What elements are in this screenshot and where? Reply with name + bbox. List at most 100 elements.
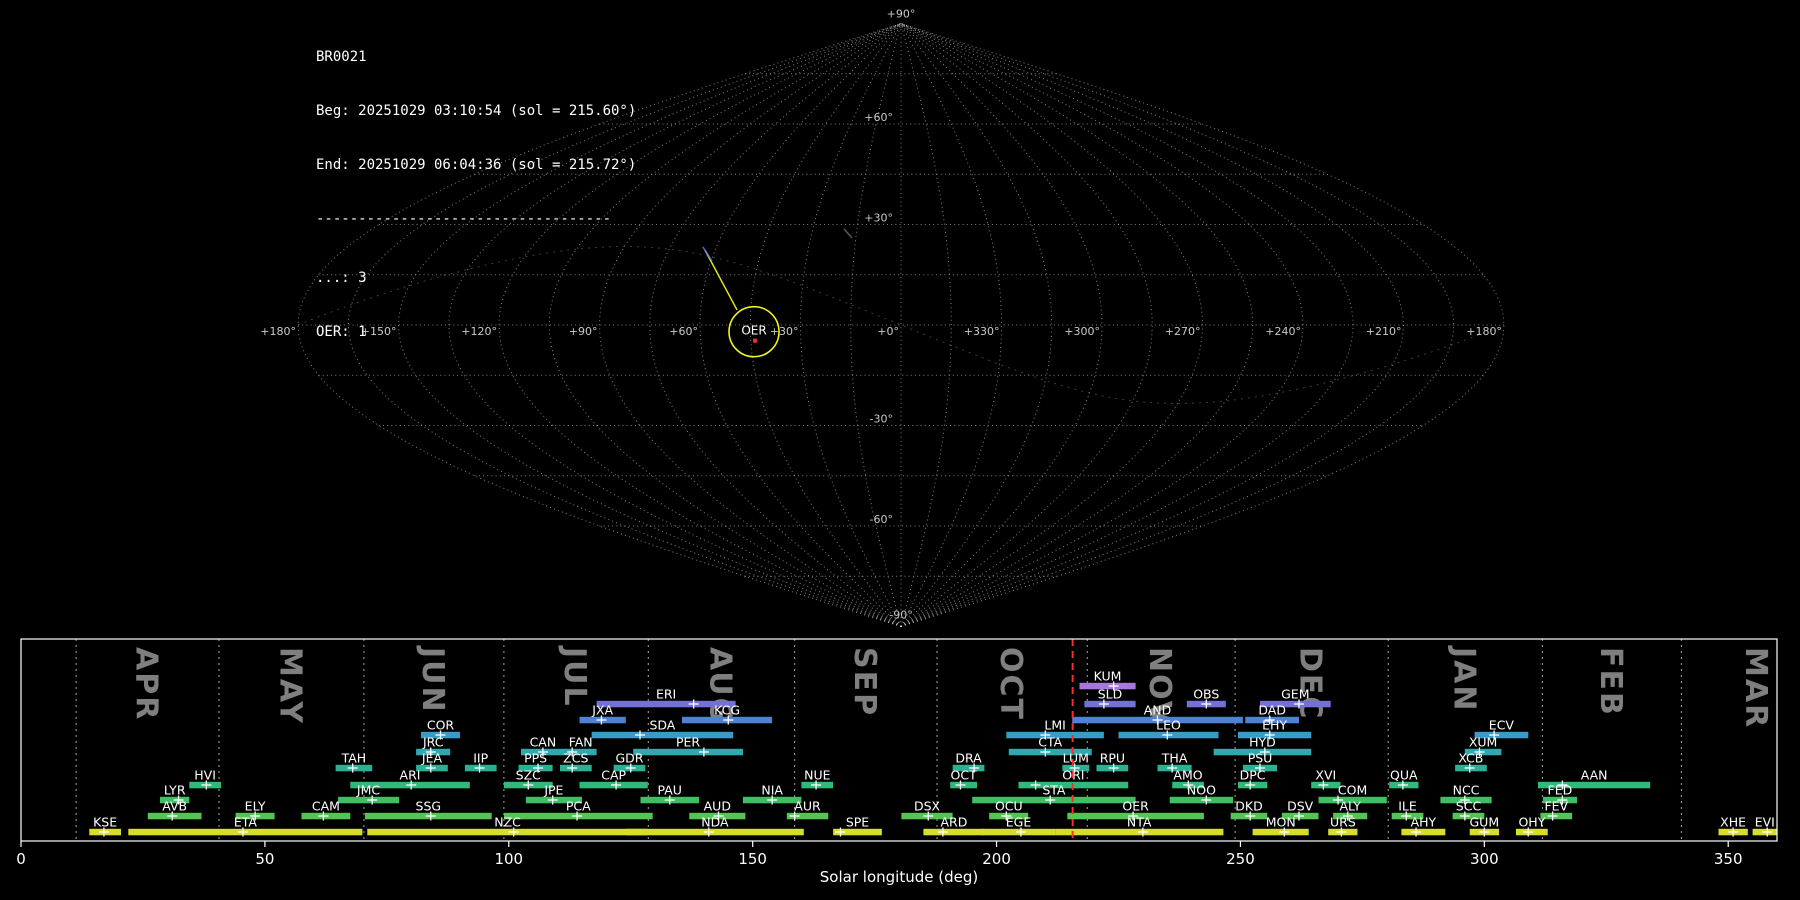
lon-label: +180° <box>1466 325 1502 338</box>
lon-label: +30° <box>770 325 799 338</box>
shower-label-ege: EGE <box>1006 815 1032 830</box>
shower-label-ely: ELY <box>245 799 266 814</box>
x-tick-label: 200 <box>982 850 1011 868</box>
shower-label-aur: AUR <box>794 799 821 814</box>
shower-label-oer: OER <box>1122 799 1149 814</box>
shower-label-per: PER <box>676 735 700 750</box>
shower-label-jxa: JXA <box>591 703 613 718</box>
shower-label-kum: KUM <box>1094 669 1122 684</box>
shower-label-dpc: DPC <box>1240 768 1266 783</box>
lat-label: -90° <box>889 609 912 622</box>
plot-canvas: +90°+60°+30°-30°-60°-90°+180° +150° +120° +… <box>16 8 1778 886</box>
shower-label-xvi: XVI <box>1315 768 1336 783</box>
lon-label: +330° <box>964 325 1000 338</box>
x-tick-label: 50 <box>255 850 274 868</box>
month-label-sep: SEP <box>847 647 882 717</box>
shower-bar-per <box>633 748 743 756</box>
shower-label-dra: DRA <box>955 751 982 766</box>
month-label-jan: JAN <box>1446 645 1481 713</box>
lat-label: -30° <box>870 413 893 426</box>
month-label-may: MAY <box>273 647 308 725</box>
x-tick-label: 250 <box>1226 850 1255 868</box>
shower-label-szc: SZC <box>516 768 541 783</box>
shower-count: OER: 1 <box>316 324 367 340</box>
x-tick-label: 100 <box>494 850 523 868</box>
shower-label-ssg: SSG <box>416 799 442 814</box>
x-axis-title: Solar longitude (deg) <box>820 868 978 886</box>
shower-label-mon: MON <box>1266 815 1296 830</box>
shower-label-eta: ETA <box>234 815 258 830</box>
shower-label-ohy: OHY <box>1518 815 1545 830</box>
shower-bar-sda <box>591 731 734 739</box>
shower-label-pau: PAU <box>657 783 681 798</box>
x-tick-label: 350 <box>1714 850 1743 868</box>
shower-label-fan: FAN <box>569 735 593 750</box>
shower-label-lyr: LYR <box>164 783 186 798</box>
lon-label: +300° <box>1064 325 1100 338</box>
shower-label-gdr: GDR <box>616 751 644 766</box>
x-tick-label: 0 <box>16 850 26 868</box>
shower-label-noo: NOO <box>1187 783 1216 798</box>
month-label-jun: JUN <box>415 645 450 714</box>
shower-label-obs: OBS <box>1193 687 1219 702</box>
shower-label-com: COM <box>1338 783 1367 798</box>
activity-timeline: APR MAY JUN JUL AUG SEP OCT NOV DEC JAN FEB MARKUME… <box>16 638 1778 886</box>
month-label-apr: APR <box>129 647 164 721</box>
shower-label-cam: CAM <box>312 799 340 814</box>
shower-label-xum: XUM <box>1469 735 1498 750</box>
meridian-line <box>900 23 1153 627</box>
begin-time: Beg: 20251029 03:10:54 (sol = 215.60°) <box>316 103 637 119</box>
shower-label-avb: AVB <box>162 799 187 814</box>
shower-label-aly: ALY <box>1339 799 1361 814</box>
shower-label-ard: ARD <box>940 815 967 830</box>
shower-bar-nzc <box>367 828 648 836</box>
shower-label-nzc: NZC <box>494 815 521 830</box>
x-tick-label: 150 <box>738 850 767 868</box>
shower-label-dsx: DSX <box>914 799 941 814</box>
shower-label-fed: FED <box>1548 783 1573 798</box>
lon-label: +270° <box>1165 325 1201 338</box>
lon-label: +60° <box>669 325 698 338</box>
meteor-radiant-app: +90° +60° +30° -30° -60° -90° +180° +150° +120° +… <box>0 0 1800 900</box>
shower-label-tha: THA <box>1161 751 1188 766</box>
shower-bar-nda <box>625 828 804 836</box>
shower-label-cor: COR <box>427 718 455 733</box>
shower-label-qua: QUA <box>1390 768 1418 783</box>
shower-label-ocu: OCU <box>995 799 1023 814</box>
shower-label-scc: SCC <box>1456 799 1482 814</box>
separator: ----------------------------------- <box>316 211 612 227</box>
lat-label: +90° <box>887 8 916 21</box>
shower-label-cta: CTA <box>1038 735 1062 750</box>
meridian-line <box>900 23 952 627</box>
shower-label-cap: CAP <box>601 768 626 783</box>
shower-label-gum: GUM <box>1469 815 1499 830</box>
shower-label-nia: NIA <box>761 783 783 798</box>
shower-label-evi: EVI <box>1755 815 1775 830</box>
lon-label: +240° <box>1265 325 1301 338</box>
shower-label-zcs: ZCS <box>563 751 588 766</box>
shower-label-xhe: XHE <box>1720 815 1746 830</box>
shower-label-jmc: JMC <box>356 783 380 798</box>
shower-label-jrc: JRC <box>422 735 444 750</box>
shower-bar-ahy <box>1401 828 1446 836</box>
shower-label-hyd: HYD <box>1249 735 1276 750</box>
shower-label-nta: NTA <box>1127 815 1152 830</box>
shower-bar-ard <box>923 828 985 836</box>
shower-label-tah: TAH <box>341 751 367 766</box>
shower-label-xcb: XCB <box>1458 751 1483 766</box>
shower-label-nda: NDA <box>701 815 729 830</box>
meteor-trail <box>843 228 853 239</box>
shower-bar-sld <box>1084 700 1136 708</box>
end-time: End: 20251029 06:04:36 (sol = 215.72°) <box>316 157 637 173</box>
meridian-line <box>900 23 1304 627</box>
shower-label-lum: LUM <box>1063 751 1089 766</box>
shower-label-gem: GEM <box>1281 687 1309 702</box>
station-id: BR0021 <box>316 49 367 65</box>
shower-label-aan: AAN <box>1581 768 1608 783</box>
shower-label-hvi: HVI <box>194 768 216 783</box>
shower-label-pca: PCA <box>566 799 591 814</box>
month-label-dec: DEC <box>1293 647 1328 720</box>
shower-label-can: CAN <box>530 735 557 750</box>
shower-label-fev: FEV <box>1544 799 1568 814</box>
shower-label-lmi: LMI <box>1044 718 1065 733</box>
